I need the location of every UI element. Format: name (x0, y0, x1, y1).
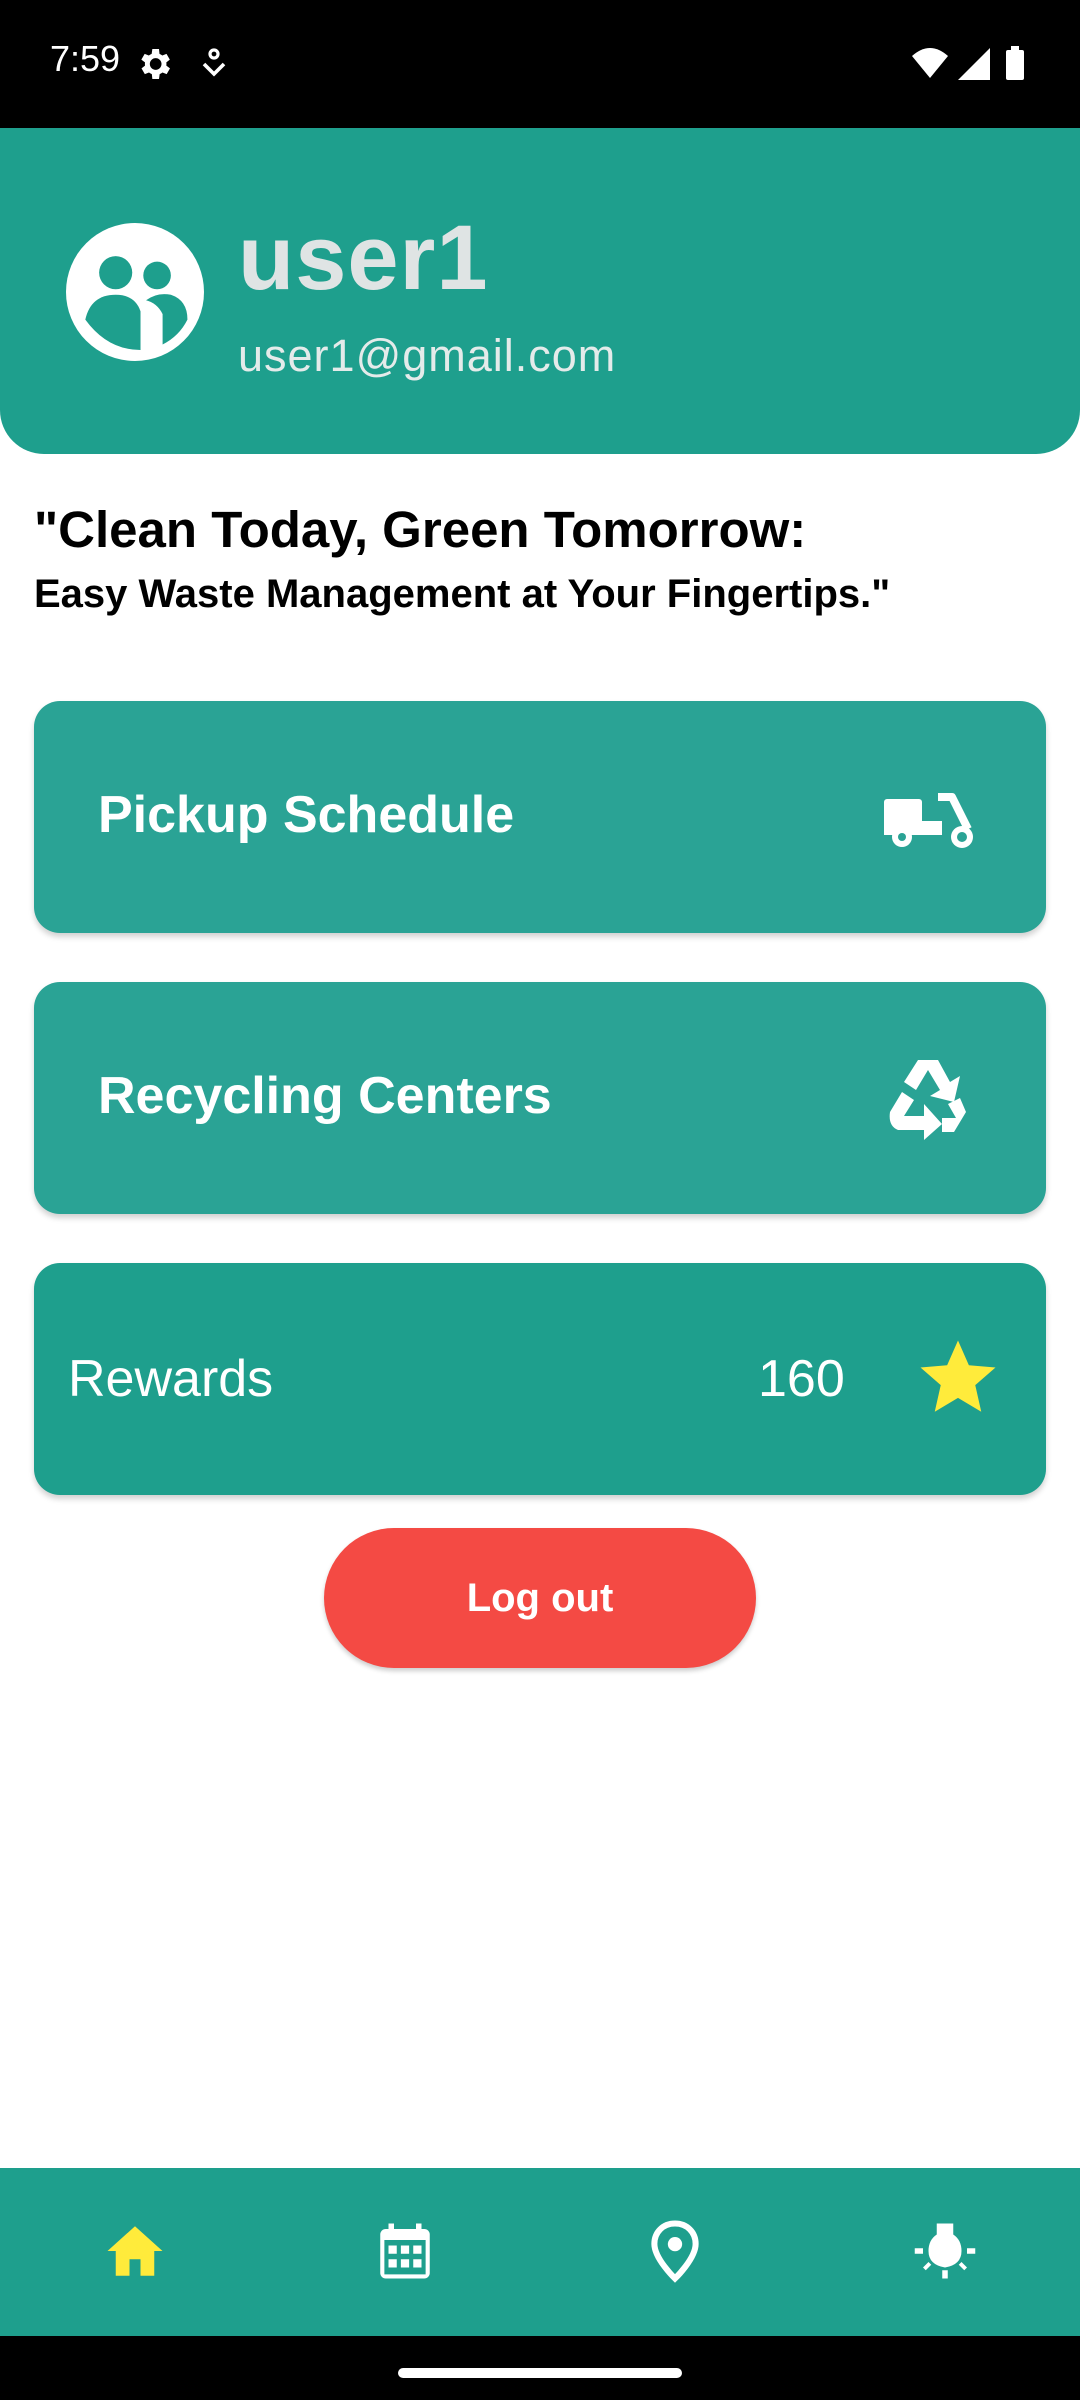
rewards-points: 160 (758, 1350, 845, 1408)
battery-icon (1006, 50, 1024, 80)
recycling-centers-card[interactable]: Recycling Centers (34, 982, 1046, 1214)
moped-icon (884, 793, 973, 848)
system-navigation-bar (0, 2336, 1080, 2400)
lightbulb-icon (914, 2223, 976, 2279)
signal-icon (958, 48, 990, 80)
star-icon (920, 1340, 996, 1412)
tagline-line1: "Clean Today, Green Tomorrow: (34, 501, 807, 558)
status-right-icons (912, 46, 1024, 80)
recycle-icon (889, 1060, 966, 1140)
group-avatar-icon (66, 223, 204, 361)
bottom-navigation (0, 2168, 1080, 2336)
nav-tips[interactable] (810, 2168, 1080, 2336)
wifi-icon (912, 48, 948, 78)
rewards-label: Rewards (68, 1350, 274, 1408)
location-pin-icon (651, 2220, 699, 2283)
logout-button[interactable]: Log out (324, 1528, 756, 1668)
recycling-centers-label: Recycling Centers (98, 1067, 552, 1125)
rewards-card[interactable]: Rewards 160 (34, 1263, 1046, 1495)
tagline-line2: Easy Waste Management at Your Fingertips… (34, 572, 891, 616)
user-email: user1@gmail.com (238, 330, 617, 381)
nav-location[interactable] (540, 2168, 810, 2336)
username: user1 (238, 207, 489, 309)
status-time: 7:59 (50, 38, 121, 79)
pickup-schedule-card[interactable]: Pickup Schedule (34, 701, 1046, 933)
status-bar: 7:59 (0, 0, 1080, 128)
calendar-icon (380, 2223, 430, 2279)
profile-header: user1 user1@gmail.com (0, 128, 1080, 454)
pickup-schedule-label: Pickup Schedule (98, 786, 515, 844)
home-icon (107, 2226, 163, 2276)
nav-calendar[interactable] (270, 2168, 540, 2336)
home-gesture-handle[interactable] (398, 2368, 682, 2378)
notification-icon (202, 48, 226, 77)
nav-home[interactable] (0, 2168, 270, 2336)
gear-icon (141, 49, 170, 79)
